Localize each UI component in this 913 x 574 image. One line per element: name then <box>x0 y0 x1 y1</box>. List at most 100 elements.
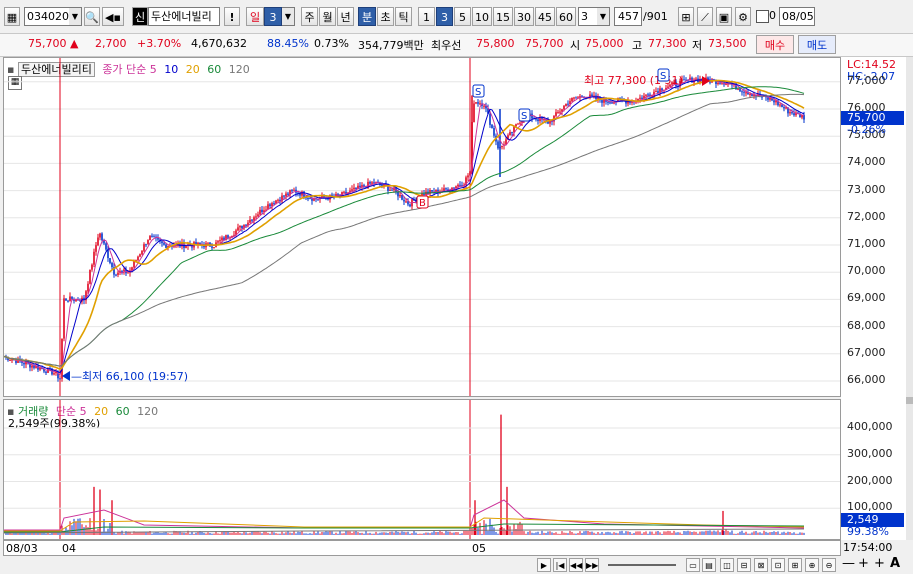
interval-45[interactable]: 45 <box>535 7 555 26</box>
x-label-04: 04 <box>62 542 76 555</box>
candle-body <box>219 240 221 242</box>
candle-body <box>725 84 727 86</box>
minus-icon[interactable]: — <box>842 556 855 571</box>
candle-body <box>143 244 145 251</box>
amount: 354,779백만 <box>358 39 424 52</box>
scroll-first-icon[interactable]: |◀ <box>553 558 567 572</box>
interval-5[interactable]: 5 <box>454 7 471 26</box>
candle-body <box>509 132 511 136</box>
tool2-icon[interactable]: ⊟ <box>737 558 751 572</box>
vertical-scrollbar[interactable] <box>906 57 913 540</box>
candle-body <box>93 251 95 265</box>
change-pct: +3.70% <box>137 37 182 50</box>
ma60-line <box>4 86 805 367</box>
volume-pane[interactable]: ▪ 거래량 단순 5 20 60 120 2,549주(99.38%) <box>3 399 841 540</box>
candle-body <box>793 113 795 116</box>
font-a-icon[interactable]: A <box>890 556 900 571</box>
ma10-line <box>4 79 805 374</box>
interval-1[interactable]: 1 <box>418 7 435 26</box>
interval-input[interactable]: 3 <box>578 7 598 26</box>
interval-60[interactable]: 60 <box>556 7 576 26</box>
count-field[interactable]: 457 <box>614 7 642 26</box>
turnover: 0.73% <box>314 37 349 50</box>
candle-body <box>61 338 63 379</box>
code-dropdown[interactable]: ▼ <box>69 7 82 26</box>
tool6-icon[interactable]: ⊕ <box>805 558 819 572</box>
candle-body <box>65 298 67 301</box>
candle-body <box>749 94 751 96</box>
stock-code-field[interactable]: 034020 <box>24 7 70 26</box>
second-button[interactable]: 초 <box>377 7 394 26</box>
period-icon[interactable]: ▤ <box>702 558 716 572</box>
candle-body <box>271 203 273 207</box>
candle-body <box>217 241 219 243</box>
time-checkbox[interactable] <box>756 10 769 23</box>
tool1-icon[interactable]: ◫ <box>720 558 734 572</box>
year-button[interactable]: 년 <box>337 7 354 26</box>
zoom-icon[interactable]: ▭ <box>686 558 700 572</box>
candle-body <box>63 298 65 339</box>
candle-icon[interactable]: ⊞ <box>678 7 694 26</box>
tool5-icon[interactable]: ⊞ <box>788 558 802 572</box>
candle-body <box>255 216 257 218</box>
period-day-button[interactable]: 일 <box>246 7 264 26</box>
candle-body <box>293 189 295 191</box>
tick-button[interactable]: 틱 <box>395 7 412 26</box>
scroll-prev-icon[interactable]: ◀◀ <box>569 558 583 572</box>
speaker-icon[interactable]: ◀▪ <box>102 7 124 26</box>
gear-icon[interactable]: ⚙ <box>735 7 751 26</box>
candle-body <box>111 262 113 268</box>
tool3-icon[interactable]: ⊠ <box>754 558 768 572</box>
price-pane[interactable]: ▪ 두산에너빌리티 종가 단순 5 10 20 60 120 ▦ 최고 77,3… <box>3 57 841 397</box>
credit-badge: 신 <box>132 7 148 26</box>
candle-body <box>287 193 289 195</box>
buy-button[interactable]: 매수 <box>756 35 794 54</box>
period-count-button[interactable]: 3 <box>264 7 282 26</box>
alert-button[interactable]: ! <box>224 7 240 26</box>
trendline-icon[interactable]: ⟋ <box>697 7 713 26</box>
best-label: 최우선 <box>431 39 462 52</box>
candle-body <box>87 283 89 292</box>
sell-button[interactable]: 매도 <box>798 35 836 54</box>
candle-body <box>249 219 251 223</box>
interval-3[interactable]: 3 <box>436 7 453 26</box>
week-button[interactable]: 주 <box>301 7 318 26</box>
current-volume-pct: 99.38% <box>847 525 889 538</box>
plus2-icon[interactable]: + <box>874 556 885 571</box>
candle-body <box>399 194 401 197</box>
candle-body <box>353 187 355 190</box>
stock-name-field[interactable]: 두산에너빌리 <box>148 7 220 26</box>
interval-15[interactable]: 15 <box>493 7 513 26</box>
tool7-icon[interactable]: ⊖ <box>822 558 836 572</box>
date-field[interactable]: 08/05 <box>779 7 815 26</box>
candle-body <box>369 181 371 184</box>
price-tick-label: 68,000 <box>847 318 886 332</box>
candle-body <box>117 272 119 275</box>
candle-body <box>157 238 159 240</box>
low-value: 73,500 <box>708 37 747 50</box>
tool4-icon[interactable]: ⊡ <box>771 558 785 572</box>
candle-body <box>91 264 93 270</box>
candle-body <box>791 112 793 114</box>
save-icon[interactable]: ▣ <box>716 7 732 26</box>
interval-dropdown[interactable]: ▼ <box>597 7 610 26</box>
candle-body <box>9 360 11 362</box>
plus-icon[interactable]: + <box>858 556 869 571</box>
candle-body <box>745 92 747 94</box>
interval-30[interactable]: 30 <box>514 7 534 26</box>
search-icon[interactable]: 🔍 <box>84 7 100 26</box>
scroll-next-icon[interactable]: ▶▶ <box>585 558 599 572</box>
bottom-bar: ▶ |◀ ◀◀ ▶▶ ▭ ▤ ◫ ⊟ ⊠ ⊡ ⊞ ⊕ ⊖ — + + A <box>0 556 913 574</box>
zoom-slider[interactable] <box>608 564 676 566</box>
period-dropdown[interactable]: ▼ <box>282 7 295 26</box>
candle-body <box>53 373 55 375</box>
minute-button[interactable]: 분 <box>358 7 376 26</box>
scroll-right-icon[interactable]: ▶ <box>537 558 551 572</box>
month-button[interactable]: 월 <box>319 7 336 26</box>
volume-value: 4,670,632 <box>191 37 247 50</box>
candle-body <box>105 243 107 250</box>
chart-menu-icon[interactable]: ▦ <box>4 7 20 26</box>
price-tick-label: 72,000 <box>847 209 886 223</box>
pane-splitter[interactable] <box>906 397 913 404</box>
interval-10[interactable]: 10 <box>472 7 492 26</box>
